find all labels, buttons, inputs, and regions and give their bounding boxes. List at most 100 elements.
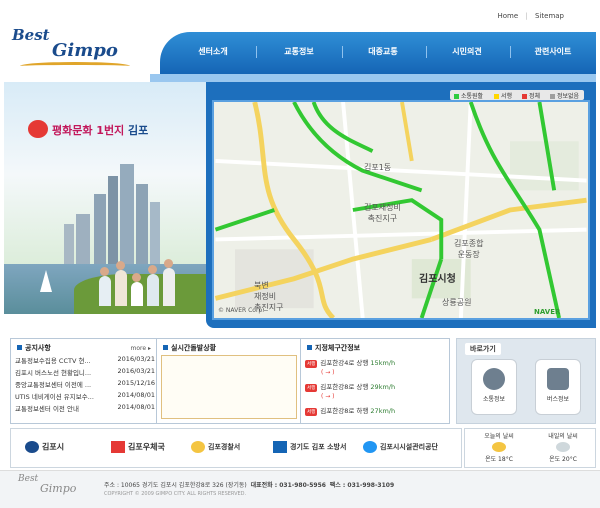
legend-label: 정보없음 (557, 93, 580, 100)
partner-banners: 김포시 김포우체국 김포경찰서 경기도 김포 소방서 김포시시설관리공단 (10, 428, 462, 468)
notice-more-link[interactable]: more ▸ (131, 345, 151, 352)
map-label-district: 김포1동 (364, 163, 392, 172)
incident-title-text: 실시간돌발상황 (171, 344, 217, 352)
congestion-speed: 29km/h (370, 383, 396, 391)
partner-gimpo-city[interactable]: 김포시 (25, 441, 64, 453)
traffic-info-label: 소통정보 (482, 396, 506, 403)
incident-title: 실시간돌발상황 (163, 343, 216, 353)
partner-post-office[interactable]: 김포우체국 (111, 441, 165, 453)
nav-divider (256, 46, 257, 58)
bus-info-button[interactable]: 버스정보 (535, 359, 581, 415)
main-nav: 센터소개 교통정보 대중교통 시민의견 관련사이트 (160, 32, 596, 74)
family-illustration (99, 259, 189, 306)
person-head (148, 265, 157, 274)
shortcut-title: 바로가기 (465, 343, 501, 355)
weather-tomorrow-temp: 온도 20°C (549, 456, 577, 463)
status-badge: 서행 (305, 408, 318, 416)
legend-item-nodata: 정보없음 (550, 91, 579, 100)
weather-today-label: 오늘의 날씨 (484, 433, 514, 440)
map-label-redev: 김포재정비 촉진지구 (364, 203, 401, 223)
nav-public-transit[interactable]: 대중교통 (348, 46, 418, 57)
traffic-map[interactable]: 김포1동 김포재정비 촉진지구 김포종합 운동장 김포시청 북변 재정비 촉진지… (212, 100, 590, 320)
congestion-road: 김포한강4로 상행 (320, 359, 369, 367)
legend-label: 정체 (529, 93, 541, 100)
nav-related-sites[interactable]: 관련사이트 (518, 46, 588, 57)
bus-icon (547, 368, 569, 390)
promo-slogan: 평화문화 1번지 김포 (52, 122, 148, 138)
notice-row-date: 2016/03/21 (117, 355, 155, 363)
footer-logo: Best Gimpo (18, 474, 88, 502)
footer-address: 주소 : 10065 경기도 김포시 김포한강8로 326 (장기동) 대표전화… (104, 480, 394, 489)
weather-today: 오늘의 날씨 온도 18°C (469, 431, 529, 463)
bullet-icon (163, 345, 168, 350)
park-area (509, 141, 579, 191)
congestion-row[interactable]: 서행 김포한강8로 하행 27km/h (305, 405, 447, 416)
building-shape (120, 164, 134, 274)
traffic-legend: 소통원활 서행 정체 정보없음 (450, 90, 584, 100)
promo-banner: 평화문화 1번지 김포 (4, 82, 206, 314)
shortcut-panel: 바로가기 소통정보 버스정보 (456, 338, 596, 424)
legend-item-smooth: 소통원활 (454, 91, 483, 100)
promo-slogan-main: 평화문화 1번지 (52, 124, 125, 137)
nav-divider (342, 46, 343, 58)
notice-panel: 공지사항 more ▸ 교통정보수집용 CCTV 현... 2016/03/21 … (10, 338, 158, 424)
legend-swatch (494, 94, 499, 99)
legend-swatch (550, 94, 555, 99)
direction-arrow-icon: ( → ) (321, 369, 335, 376)
notice-row-date: 2014/08/01 (117, 391, 155, 399)
congestion-panel: 지정체구간정보 서행 김포한강4로 상행 15km/h ( → ) 서행 김포한강8… (300, 338, 450, 424)
weather-tomorrow-label: 내일의 날씨 (548, 433, 578, 440)
nav-traffic-info[interactable]: 교통정보 (264, 46, 334, 57)
nav-center-intro[interactable]: 센터소개 (178, 46, 248, 57)
person-head (116, 261, 125, 270)
person-shape (131, 282, 143, 306)
legend-label: 소통원활 (461, 93, 484, 100)
footer-phone: 대표전화 : 031-980-5956 (250, 482, 326, 489)
notice-row-title: UTIS 네비게이션 유지보수... (15, 393, 94, 401)
sailboat-icon (40, 270, 52, 292)
congestion-direction: ( → ) (305, 392, 447, 400)
nav-divider (510, 46, 511, 58)
bullet-icon (307, 345, 312, 350)
car-icon (483, 368, 505, 390)
partner-fire-station[interactable]: 경기도 김포 소방서 (273, 441, 346, 453)
bullet-icon (17, 345, 22, 350)
notice-row-date: 2016/03/21 (117, 367, 155, 375)
notice-row-title: 중앙교통정보센터 이전에 ... (15, 381, 92, 389)
post-logo-icon (111, 441, 125, 453)
sitemap-link[interactable]: Sitemap (535, 12, 564, 20)
bus-info-label: 버스정보 (546, 396, 570, 403)
home-link[interactable]: Home (498, 12, 519, 20)
weather-tomorrow: 내일의 날씨 온도 20°C (533, 431, 593, 463)
partner-label: 경기도 김포 소방서 (290, 443, 347, 451)
partner-police[interactable]: 김포경찰서 (191, 441, 240, 453)
person-shape (147, 274, 159, 306)
partner-facility-corp[interactable]: 김포시시설관리공단 (363, 441, 438, 453)
legend-swatch (454, 94, 459, 99)
promo-badge-icon (28, 120, 48, 138)
traffic-info-button[interactable]: 소통정보 (471, 359, 517, 415)
fire-logo-icon (273, 441, 287, 453)
congestion-title: 지정체구간정보 (307, 343, 360, 353)
top-link-divider: | (525, 12, 528, 20)
logo-best-text: Best (12, 26, 50, 44)
person-head (100, 267, 109, 276)
congestion-row[interactable]: 서행 김포한강4로 상행 15km/h (305, 357, 447, 368)
congestion-row[interactable]: 서행 김포한강8로 상행 29km/h (305, 381, 447, 392)
map-copyright: © NAVER Corp. (218, 307, 265, 314)
police-logo-icon (191, 441, 205, 453)
nav-citizen-opinion[interactable]: 시민의견 (432, 46, 502, 57)
notice-row-date: 2014/08/01 (117, 403, 155, 411)
gimpo-logo-icon (25, 441, 39, 453)
site-logo[interactable]: Best Gimpo (12, 26, 142, 72)
map-label-complex: 김포종합 운동장 (454, 239, 484, 259)
footer (0, 470, 600, 508)
congestion-road: 김포한강8로 상행 (320, 383, 369, 391)
incident-list (161, 355, 297, 419)
notice-row-title: 교통정보센터 이전 안내 (15, 405, 79, 413)
sun-cloud-icon (492, 442, 506, 452)
map-label-sports: 상룡공원 (442, 298, 472, 307)
congestion-road: 김포한강8로 하행 (320, 407, 369, 415)
person-shape (115, 270, 127, 306)
weather-panel: 오늘의 날씨 온도 18°C 내일의 날씨 온도 20°C (464, 428, 596, 468)
